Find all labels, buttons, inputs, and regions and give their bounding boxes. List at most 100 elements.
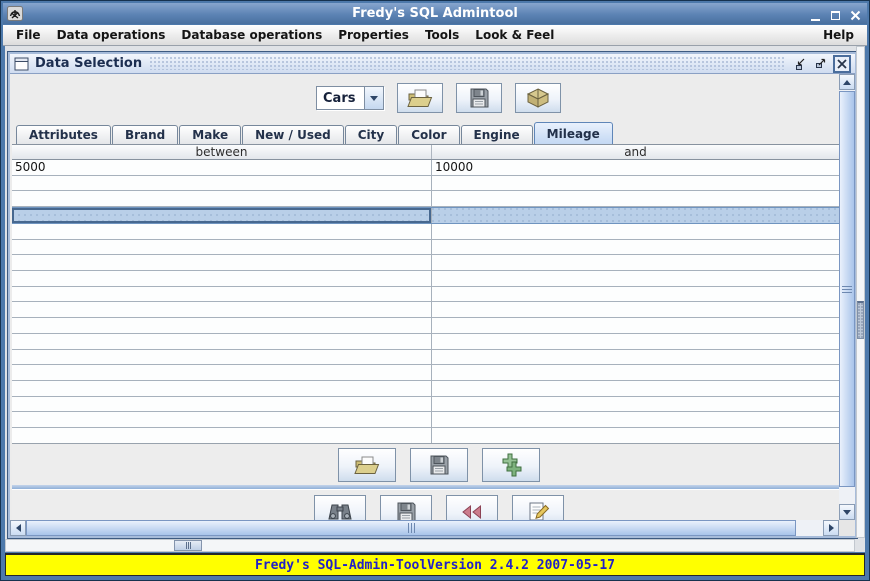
table-cell[interactable] [12,287,432,302]
table-cell[interactable] [12,365,432,380]
table-cell[interactable] [432,191,839,206]
table-row[interactable] [12,207,839,224]
table-row[interactable] [12,397,839,413]
find-button[interactable] [314,495,366,520]
edit-button[interactable] [512,495,564,520]
table-select[interactable]: Cars [316,86,384,110]
minimize-icon[interactable] [808,7,823,21]
table-row[interactable] [12,334,839,350]
table-cell[interactable] [432,176,839,191]
scroll-right-icon[interactable] [823,520,839,536]
menu-database-operations[interactable]: Database operations [173,26,330,44]
package-button[interactable] [515,83,561,113]
menu-look-feel[interactable]: Look & Feel [467,26,562,44]
table-row[interactable] [12,240,839,256]
table-row[interactable] [12,318,839,334]
menu-file[interactable]: File [8,26,49,44]
open-button[interactable] [338,448,396,482]
table-row[interactable] [12,381,839,397]
table-cell[interactable] [432,428,839,443]
table-cell[interactable] [12,318,432,333]
tab-attributes[interactable]: Attributes [16,125,111,144]
table-cell[interactable] [432,318,839,333]
table-cell[interactable] [432,255,839,270]
close-icon[interactable] [848,7,863,21]
back-button[interactable] [446,495,498,520]
table-row[interactable] [12,365,839,381]
table-cell[interactable] [432,302,839,317]
menu-tools[interactable]: Tools [417,26,467,44]
table-cell[interactable] [432,334,839,349]
table-cell[interactable] [432,224,839,239]
column-header-and[interactable]: and [432,145,839,159]
scroll-left-icon[interactable] [10,520,26,536]
table-cell[interactable] [12,271,432,286]
scroll-up-icon[interactable] [839,74,855,90]
table-cell[interactable] [432,350,839,365]
table-cell[interactable] [432,365,839,380]
table-cell[interactable] [432,412,839,427]
frame-horizontal-scrollbar[interactable] [10,520,839,536]
iconify-icon[interactable] [793,56,808,71]
tab-brand[interactable]: Brand [112,125,178,144]
desktop-vertical-scrollbar[interactable] [856,46,865,538]
combo-arrow-icon[interactable] [364,87,383,109]
menu-data-operations[interactable]: Data operations [49,26,174,44]
table-cell[interactable] [12,334,432,349]
table-cell[interactable] [12,350,432,365]
desktop-horizontal-scrollbar[interactable] [5,539,855,552]
tab-color[interactable]: Color [398,125,459,144]
table-cell[interactable] [432,240,839,255]
table-cell[interactable] [432,381,839,396]
table-row[interactable] [12,176,839,192]
vertical-scroll-thumb[interactable] [839,91,855,487]
save-button[interactable] [456,83,502,113]
table-cell[interactable] [12,412,432,427]
table-cell[interactable] [432,287,839,302]
restore-icon[interactable] [813,56,828,71]
table-cell[interactable] [12,302,432,317]
table-row[interactable] [12,255,839,271]
table-cell[interactable] [12,240,432,255]
table-cell[interactable] [12,428,432,443]
open-button[interactable] [397,83,443,113]
table-cell[interactable] [432,271,839,286]
table-cell[interactable] [12,397,432,412]
scroll-down-icon[interactable] [839,504,855,520]
tab-engine[interactable]: Engine [461,125,533,144]
tab-mileage[interactable]: Mileage [534,122,613,144]
close-frame-icon[interactable] [833,55,851,73]
table-row[interactable] [12,350,839,366]
menu-properties[interactable]: Properties [330,26,417,44]
menu-help[interactable]: Help [815,26,862,44]
column-header-between[interactable]: between [12,145,432,159]
table-row[interactable] [12,412,839,428]
table-cell[interactable] [12,191,432,206]
table-cell[interactable] [12,208,432,223]
table-cell[interactable]: 10000 [432,160,839,175]
table-cell[interactable] [12,381,432,396]
table-row[interactable] [12,287,839,303]
save-button[interactable] [380,495,432,520]
internal-frame-titlebar[interactable]: Data Selection [10,54,855,74]
tab-new-used[interactable]: New / Used [242,125,344,144]
add-button[interactable] [482,448,540,482]
table-row[interactable] [12,428,839,443]
table-cell[interactable]: 5000 [12,160,432,175]
table-cell[interactable] [12,224,432,239]
horizontal-scroll-thumb[interactable] [26,520,796,536]
table-row[interactable]: 500010000 [12,160,839,176]
tab-make[interactable]: Make [179,125,241,144]
table-cell[interactable] [432,208,839,223]
tab-city[interactable]: City [345,125,397,144]
table-row[interactable] [12,302,839,318]
table-row[interactable] [12,271,839,287]
desktop-hscroll-thumb[interactable] [174,540,202,551]
table-cell[interactable] [12,176,432,191]
table-cell[interactable] [432,397,839,412]
table-row[interactable] [12,191,839,207]
table-cell[interactable] [12,255,432,270]
desktop-vscroll-thumb[interactable] [857,301,864,339]
frame-vertical-scrollbar[interactable] [839,74,855,520]
maximize-icon[interactable] [828,7,843,21]
